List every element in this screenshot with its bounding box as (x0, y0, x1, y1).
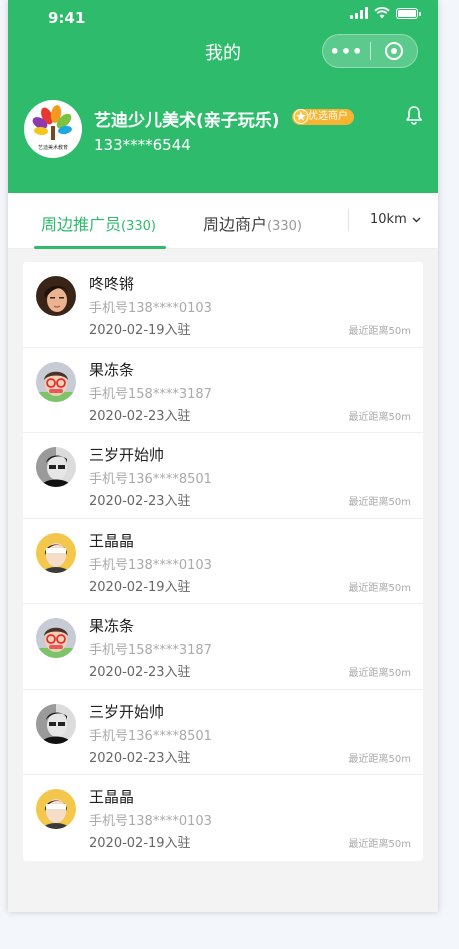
promoter-name: 咚咚锵 (89, 275, 135, 293)
more-button[interactable]: ••• (323, 42, 370, 61)
promoter-name: 果冻条 (89, 617, 135, 635)
promoter-phone: 手机号158****3187 (89, 386, 212, 402)
promoter-name: 果冻条 (89, 360, 135, 379)
merchant-phone: 133****6544 (94, 136, 191, 154)
list-item[interactable]: 咚咚锵 手机号138****0103 2020-02-19入驻 最近距离50m (23, 262, 423, 348)
tab-count: (330) (121, 219, 156, 234)
distance-label: 最近距离50m (348, 326, 411, 337)
phone-screen: 9:41 我的 ••• 艺迪美术教育 艺迪少儿美术(亲子玩乐) 优选商户 133… (8, 0, 438, 912)
join-date: 2020-02-19入驻 (89, 323, 191, 338)
list-item[interactable]: 果冻条 手机号158****3187 2020-02-23入驻 最近距离50m (23, 348, 423, 433)
promoter-list: 咚咚锵 手机号138****0103 2020-02-19入驻 最近距离50m … (23, 262, 423, 861)
list-item[interactable]: 王晶晶 手机号138****0103 2020-02-19入驻 最近距离50m (23, 775, 423, 861)
distance-label: 最近距离50m (348, 497, 411, 508)
promoter-name: 三岁开始帅 (89, 702, 165, 721)
tab-count: (330) (267, 219, 302, 234)
avatar (36, 447, 76, 487)
avatar (36, 276, 76, 316)
battery-icon (396, 7, 421, 19)
tab-divider (348, 209, 349, 231)
mini-program-capsule: ••• (322, 34, 418, 68)
avatar (36, 532, 76, 573)
join-date: 2020-02-23入驻 (89, 408, 191, 424)
distance-label: 最近距离50m (348, 753, 411, 765)
distance-label: 最近距离50m (348, 839, 411, 850)
merchant-name: 艺迪少儿美术(亲子玩乐) (94, 111, 280, 131)
signal-icon (350, 7, 368, 19)
promoter-name: 王晶晶 (89, 788, 135, 806)
list-item[interactable]: 三岁开始帅 手机号136****8501 2020-02-23入驻 最近距离50… (23, 690, 423, 775)
bell-icon[interactable] (404, 104, 424, 126)
distance-label: 最近距离50m (348, 582, 411, 594)
join-date: 2020-02-23入驻 (89, 665, 191, 680)
preferred-merchant-badge: 优选商户 (292, 109, 354, 125)
join-date: 2020-02-23入驻 (89, 750, 191, 766)
promoter-phone: 手机号138****0103 (89, 557, 212, 573)
status-time: 9:41 (48, 9, 86, 27)
target-icon (384, 42, 403, 60)
tab-nearby-merchants[interactable]: 周边商户(330) (203, 211, 302, 235)
merchant-logo[interactable]: 艺迪美术教育 (24, 100, 82, 158)
close-button[interactable] (371, 42, 417, 60)
promoter-name: 王晶晶 (89, 531, 135, 550)
promoter-phone: 手机号158****3187 (89, 643, 212, 658)
avatar (36, 789, 76, 829)
chevron-down-icon (412, 217, 421, 222)
list-item[interactable]: 王晶晶 手机号138****0103 2020-02-19入驻 最近距离50m (23, 519, 423, 604)
tab-label: 周边推广员 (41, 215, 122, 234)
active-tab-indicator (34, 246, 166, 249)
join-date: 2020-02-19入驻 (89, 579, 191, 595)
status-icons (350, 7, 421, 19)
profile-header: 9:41 我的 ••• 艺迪美术教育 艺迪少儿美术(亲子玩乐) 优选商户 133… (8, 0, 438, 193)
star-icon (293, 109, 309, 124)
promoter-name: 三岁开始帅 (89, 446, 165, 464)
list-item[interactable]: 果冻条 手机号158****3187 2020-02-23入驻 最近距离50m (23, 604, 423, 690)
distance-label: 最近距离50m (348, 411, 411, 423)
list-item[interactable]: 三岁开始帅 手机号136****8501 2020-02-23入驻 最近距离50… (23, 433, 423, 519)
wifi-icon (374, 7, 390, 19)
promoter-phone: 手机号138****0103 (89, 301, 212, 316)
promoter-phone: 手机号136****8501 (89, 472, 212, 487)
avatar (36, 618, 76, 658)
promoter-phone: 手机号136****8501 (89, 728, 212, 744)
logo-caption: 艺迪美术教育 (38, 144, 68, 151)
tab-nearby-promoters[interactable]: 周边推广员(330) (41, 211, 156, 235)
avatar (36, 703, 76, 744)
badge-label: 优选商户 (308, 111, 348, 122)
distance-label: 最近距离50m (348, 668, 411, 679)
distance-dropdown[interactable]: 10km (370, 212, 421, 227)
tab-bar: 周边推广员(330) 周边商户(330) 10km (8, 193, 438, 249)
join-date: 2020-02-23入驻 (89, 494, 191, 509)
tab-label: 周边商户 (203, 215, 268, 234)
promoter-phone: 手机号138****0103 (89, 814, 212, 829)
distance-value: 10km (370, 212, 407, 227)
avatar (36, 361, 76, 402)
join-date: 2020-02-19入驻 (89, 836, 191, 851)
